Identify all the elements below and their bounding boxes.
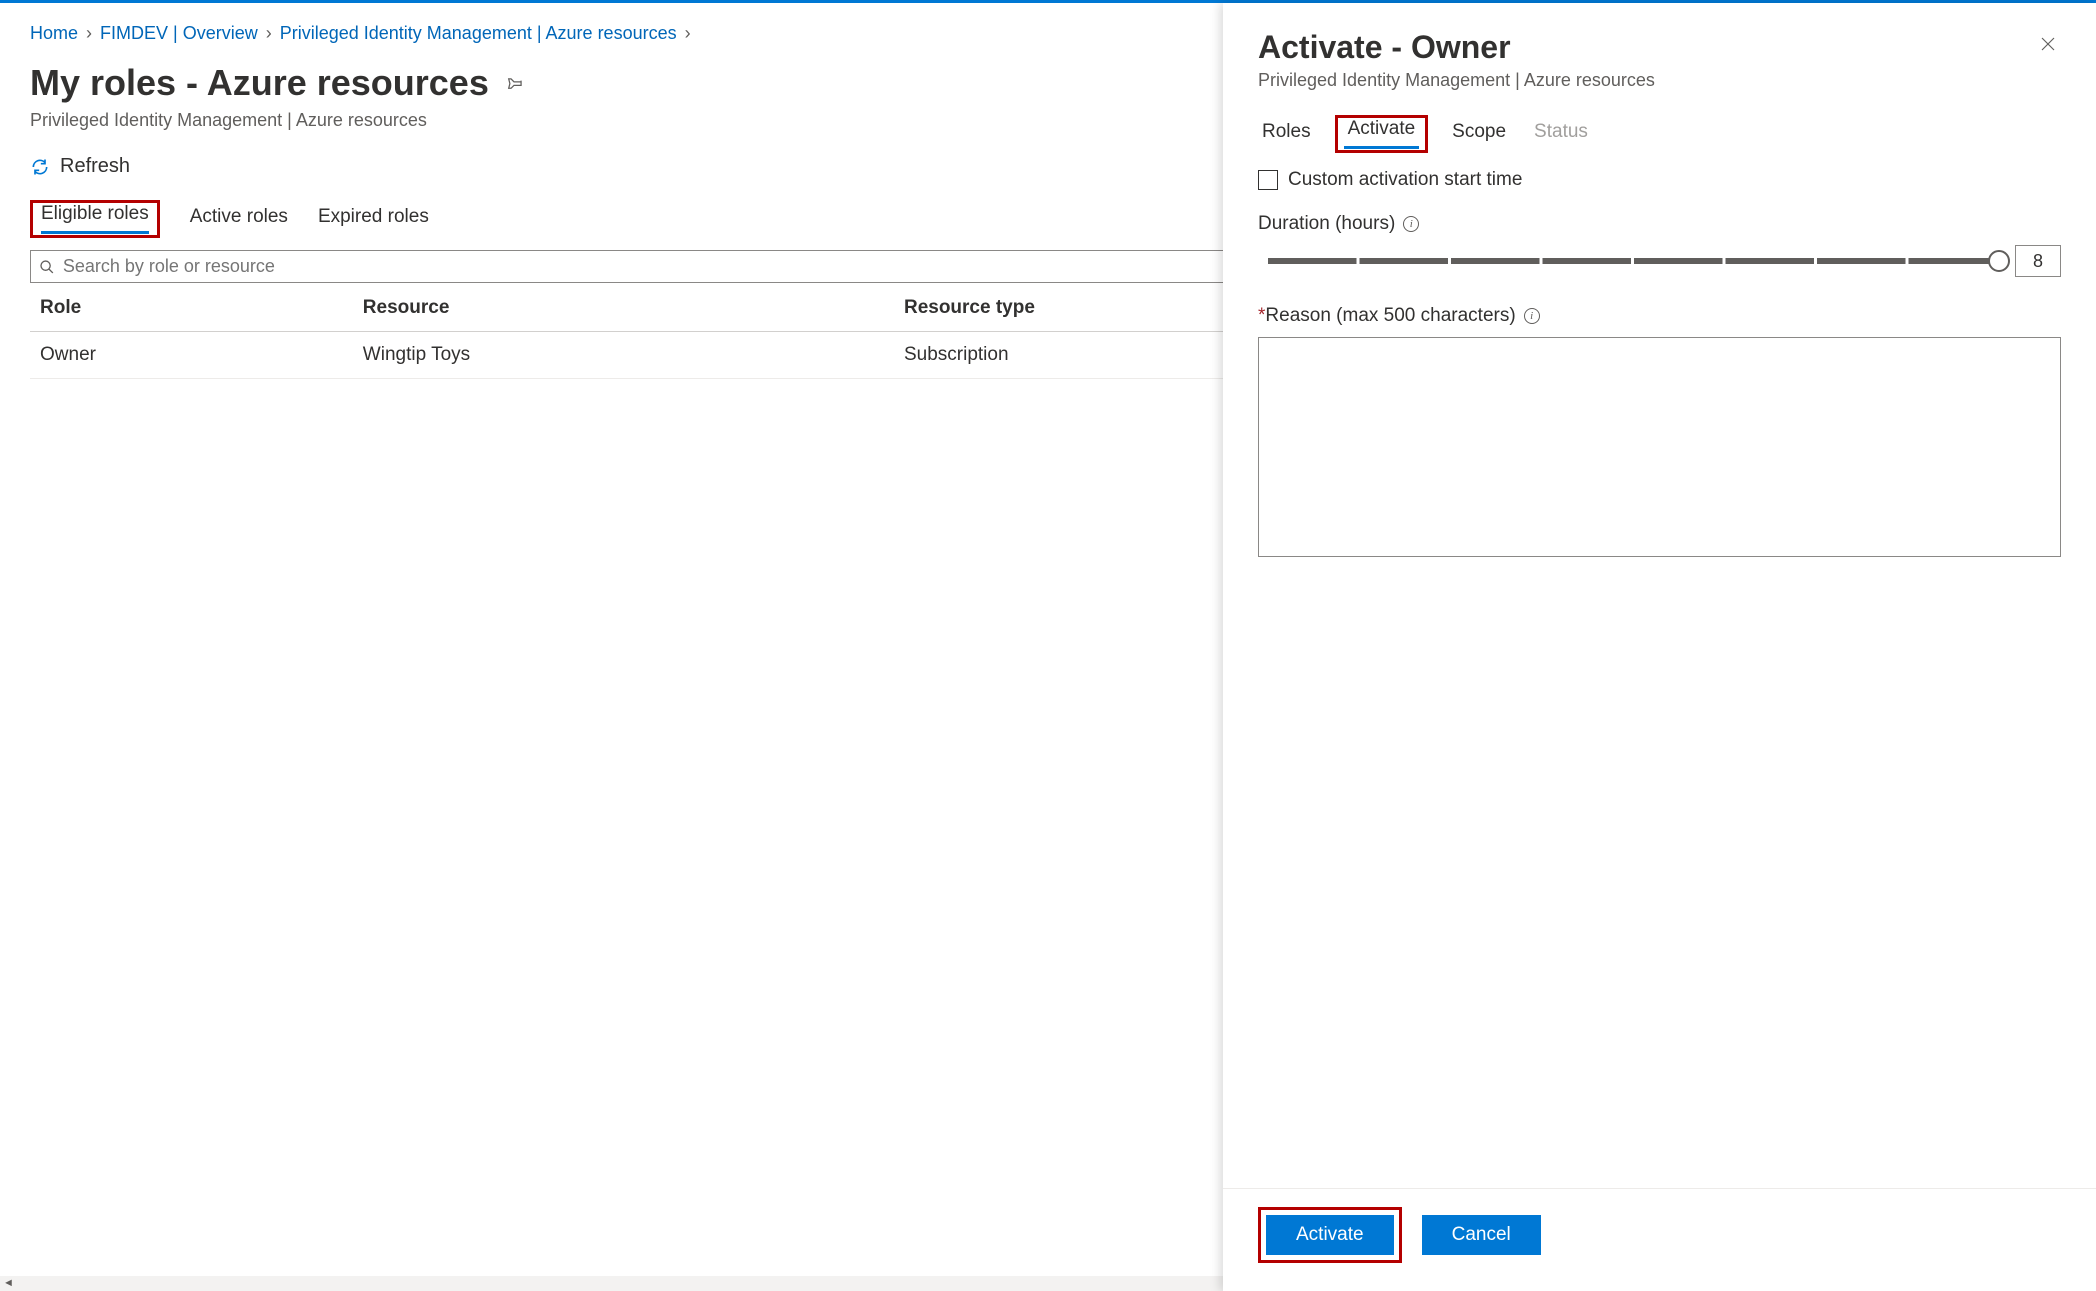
custom-start-time-row: Custom activation start time (1258, 169, 2061, 191)
custom-start-time-label: Custom activation start time (1288, 169, 1522, 191)
panel-tab-activate[interactable]: Activate (1344, 112, 1420, 149)
panel-tab-scope[interactable]: Scope (1448, 115, 1510, 153)
breadcrumb-separator: › (86, 23, 92, 44)
info-icon[interactable]: i (1524, 308, 1540, 324)
refresh-button[interactable]: Refresh (30, 155, 130, 178)
panel-tab-status: Status (1530, 115, 1592, 153)
col-resource[interactable]: Resource (353, 285, 894, 332)
custom-start-time-checkbox[interactable] (1258, 170, 1278, 190)
cell-resource: Wingtip Toys (353, 332, 894, 379)
close-button[interactable] (2035, 29, 2061, 63)
reason-label-text: Reason (max 500 characters) (1265, 305, 1515, 326)
refresh-label: Refresh (60, 155, 130, 178)
duration-slider[interactable] (1268, 258, 2000, 264)
panel-body: Custom activation start time Duration (h… (1223, 153, 2096, 1188)
duration-label-text: Duration (hours) (1258, 213, 1395, 235)
breadcrumb-separator: › (266, 23, 272, 44)
breadcrumb-fimdev[interactable]: FIMDEV | Overview (100, 23, 258, 44)
panel-tabs: Roles Activate Scope Status (1223, 109, 2096, 153)
breadcrumb-pim[interactable]: Privileged Identity Management | Azure r… (280, 23, 677, 44)
refresh-icon (30, 157, 50, 177)
breadcrumb-separator: › (685, 23, 691, 44)
activate-panel: Activate - Owner Privileged Identity Man… (1223, 3, 2096, 1291)
cell-role: Owner (30, 332, 353, 379)
close-icon (2039, 35, 2057, 53)
info-icon[interactable]: i (1403, 216, 1419, 232)
cancel-button[interactable]: Cancel (1422, 1215, 1541, 1255)
page-title: My roles - Azure resources (30, 62, 489, 104)
tab-expired-roles[interactable]: Expired roles (318, 200, 429, 238)
reason-textarea[interactable] (1258, 337, 2061, 557)
activate-button[interactable]: Activate (1266, 1215, 1394, 1255)
col-role[interactable]: Role (30, 285, 353, 332)
breadcrumb-home[interactable]: Home (30, 23, 78, 44)
tab-eligible-roles-highlight: Eligible roles (30, 200, 160, 238)
panel-header: Activate - Owner (1223, 3, 2096, 66)
pin-icon[interactable] (504, 73, 524, 93)
tab-eligible-roles[interactable]: Eligible roles (41, 197, 149, 234)
panel-subtitle: Privileged Identity Management | Azure r… (1223, 66, 2096, 109)
panel-title: Activate - Owner (1258, 29, 1511, 66)
search-icon (39, 259, 55, 275)
scroll-left-arrow-icon[interactable]: ◄ (3, 1277, 14, 1289)
tab-active-roles[interactable]: Active roles (190, 200, 288, 238)
activate-button-highlight: Activate (1258, 1207, 1402, 1263)
duration-slider-row: 8 (1258, 245, 2061, 277)
slider-thumb[interactable] (1988, 250, 2010, 272)
panel-tab-activate-highlight: Activate (1335, 115, 1429, 153)
reason-label: *Reason (max 500 characters) i (1258, 305, 2061, 327)
duration-label: Duration (hours) i (1258, 213, 2061, 235)
panel-tab-roles[interactable]: Roles (1258, 115, 1315, 153)
panel-footer: Activate Cancel (1223, 1188, 2096, 1291)
duration-value[interactable]: 8 (2015, 245, 2061, 277)
